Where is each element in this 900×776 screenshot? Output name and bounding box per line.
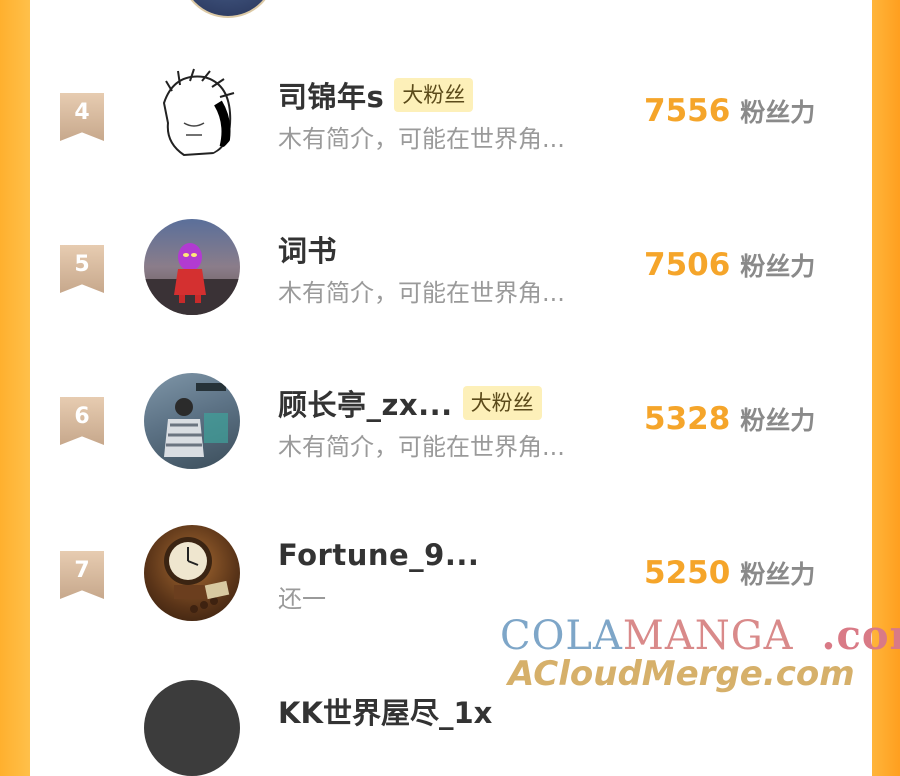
user-name-partial-next[interactable]: KK世界屋尽_1x	[278, 690, 492, 732]
fan-score-unit: 粉丝力	[740, 252, 816, 281]
big-fan-badge: 大粉丝	[462, 386, 542, 420]
watermark-cola: COLA	[500, 613, 623, 659]
rank-badge: 5	[60, 245, 104, 293]
watermark-line1: COLAMANGA .com	[500, 612, 900, 659]
fan-score-unit: 粉丝力	[740, 406, 816, 435]
user-bio: 还一	[278, 585, 326, 613]
rank-badge: 4	[60, 93, 104, 141]
user-name-line: 司锦年s 大粉丝	[278, 74, 474, 116]
fan-score-unit: 粉丝力	[740, 560, 816, 589]
fan-score-value: 7506	[644, 247, 731, 283]
user-name-line: Fortune_9...	[278, 535, 479, 575]
user-name-line: 词书	[278, 229, 337, 269]
fan-score-value: 5328	[644, 401, 731, 437]
avatar-partial-next[interactable]	[144, 680, 240, 776]
watermark-line2: ACloudMerge.com	[508, 654, 855, 694]
rank-badge: 6	[60, 397, 104, 445]
big-fan-badge: 大粉丝	[394, 78, 474, 112]
user-bio: 木有简介，可能在世界角...	[278, 125, 565, 153]
ultraman-avatar[interactable]	[144, 219, 240, 315]
user-name[interactable]: 顾长亭_zx...	[278, 382, 453, 424]
sketch-avatar[interactable]	[144, 63, 240, 159]
fan-score: 5328 粉丝力	[644, 401, 815, 437]
user-name[interactable]: 词书	[278, 228, 337, 270]
watermark-manga: MANGA	[622, 613, 794, 659]
fan-score: 7506 粉丝力	[644, 247, 815, 283]
avatar-partial-previous[interactable]	[180, 0, 276, 18]
rank-badge: 7	[60, 551, 104, 599]
fan-score: 7556 粉丝力	[644, 93, 815, 129]
user-name[interactable]: Fortune_9...	[278, 538, 479, 572]
fan-score-unit: 粉丝力	[740, 98, 816, 127]
fan-ranking-panel: 4 司锦年s 大粉丝 木有简介，可能在世界角... 7556 粉丝力 5 词书 …	[30, 0, 872, 776]
fan-score: 5250 粉丝力	[644, 555, 815, 591]
photo-avatar[interactable]	[144, 373, 240, 469]
watermark: COLAMANGA .com ACloudMerge.com	[500, 612, 900, 702]
clock-avatar[interactable]	[144, 525, 240, 621]
ranking-row[interactable]: 6 顾长亭_zx... 大粉丝 木有简介，可能在世界角... 5328 粉丝力	[30, 343, 872, 493]
user-name-line: 顾长亭_zx... 大粉丝	[278, 383, 542, 423]
fan-score-value: 5250	[644, 555, 731, 591]
user-name[interactable]: 司锦年s	[278, 74, 384, 116]
user-bio: 木有简介，可能在世界角...	[278, 279, 565, 307]
ranking-row[interactable]: 4 司锦年s 大粉丝 木有简介，可能在世界角... 7556 粉丝力	[30, 35, 872, 185]
ranking-row[interactable]: 5 词书 木有简介，可能在世界角... 7506 粉丝力	[30, 189, 872, 339]
watermark-com: .com	[821, 612, 900, 659]
fan-score-value: 7556	[644, 93, 731, 129]
user-bio: 木有简介，可能在世界角...	[278, 433, 565, 461]
